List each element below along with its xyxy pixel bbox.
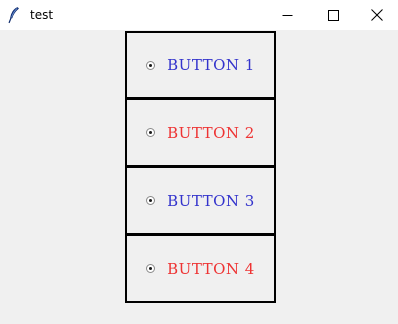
radio-option-1[interactable]: BUTTON 1 (127, 33, 274, 97)
radio-label-2[interactable]: BUTTON 2 (167, 124, 255, 142)
minimize-icon (282, 6, 293, 25)
radio-circle-icon[interactable] (146, 196, 156, 205)
radio-frame-2: BUTTON 2 (125, 98, 276, 167)
radio-circle-icon[interactable] (146, 264, 156, 273)
title-bar[interactable]: test (0, 0, 398, 30)
radio-option-4[interactable]: BUTTON 4 (127, 236, 274, 301)
close-icon (371, 6, 383, 25)
radio-circle-icon[interactable] (146, 128, 156, 137)
radio-frame-4: BUTTON 4 (125, 234, 276, 303)
radio-option-3[interactable]: BUTTON 3 (127, 168, 274, 233)
radio-label-1[interactable]: BUTTON 1 (167, 56, 255, 74)
feather-icon (6, 6, 22, 24)
radio-frame-1: BUTTON 1 (125, 31, 276, 99)
app-window: test BUTTON 1 BUTTON 2 BUTTON 3 BUTTON 4 (0, 0, 398, 324)
radio-label-3[interactable]: BUTTON 3 (167, 192, 255, 210)
radio-circle-icon[interactable] (146, 60, 156, 70)
radio-frame-3: BUTTON 3 (125, 166, 276, 235)
radio-option-2[interactable]: BUTTON 2 (127, 100, 274, 165)
window-title: test (30, 8, 54, 22)
close-button[interactable] (354, 0, 398, 30)
maximize-icon (327, 6, 339, 25)
maximize-button[interactable] (310, 0, 356, 30)
minimize-button[interactable] (264, 0, 310, 30)
radio-label-4[interactable]: BUTTON 4 (167, 260, 255, 278)
